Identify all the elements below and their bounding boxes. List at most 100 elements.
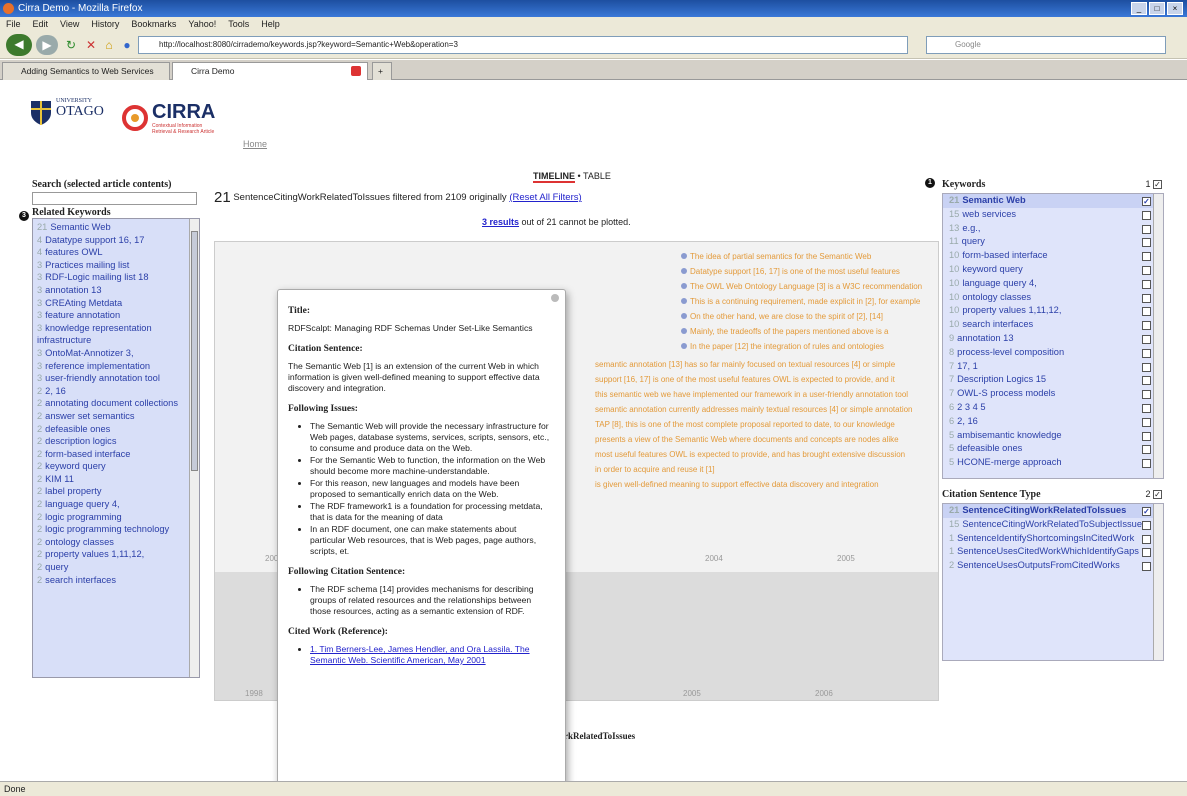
keyword-checkbox[interactable] xyxy=(1142,307,1151,317)
keyword-checkbox[interactable] xyxy=(1142,224,1151,234)
tab-cirra-demo[interactable]: Cirra Demo xyxy=(172,62,368,80)
menu-edit[interactable]: Edit xyxy=(33,17,49,32)
timeline-event[interactable]: Datatype support [16, 17] is one of the … xyxy=(681,267,900,276)
maximize-button[interactable]: □ xyxy=(1149,2,1165,15)
timeline-event[interactable]: this semantic web we have implemented ou… xyxy=(595,390,908,399)
close-popup-icon[interactable] xyxy=(551,294,559,302)
related-keyword-item[interactable]: 2 form-based interface xyxy=(37,448,187,461)
citation-type-item[interactable]: 1 SentenceUsesCitedWorkWhichIdentifyGaps xyxy=(943,545,1163,559)
cst-facet-checkbox[interactable]: ✓ xyxy=(1153,490,1162,499)
keyword-item[interactable]: 7 OWL-S process models xyxy=(943,387,1163,401)
keyword-checkbox[interactable] xyxy=(1142,431,1151,441)
related-keyword-item[interactable]: 21 Semantic Web xyxy=(37,221,187,234)
home-link[interactable]: Home xyxy=(243,139,267,149)
timeline-event[interactable]: presents a view of the Semantic Web wher… xyxy=(595,435,899,444)
related-keyword-item[interactable]: 3 CREAting Metdata xyxy=(37,297,187,310)
related-keyword-item[interactable]: 2 KIM 11 xyxy=(37,473,187,486)
menu-file[interactable]: File xyxy=(6,17,21,32)
keyword-item[interactable]: 13 e.g., xyxy=(943,222,1163,236)
keyword-checkbox[interactable] xyxy=(1142,334,1151,344)
menu-bookmarks[interactable]: Bookmarks xyxy=(131,17,176,32)
scroll-thumb[interactable] xyxy=(191,231,198,471)
timeline-event[interactable]: The OWL Web Ontology Language [3] is a W… xyxy=(681,282,922,291)
citation-type-checkbox[interactable] xyxy=(1142,520,1151,530)
related-keyword-item[interactable]: 3 reference implementation xyxy=(37,360,187,373)
keyword-item[interactable]: 62 3 4 5 xyxy=(943,401,1163,415)
yahoo-icon[interactable]: ● xyxy=(116,35,138,55)
keyword-checkbox[interactable] xyxy=(1142,265,1151,275)
close-tab-icon[interactable] xyxy=(351,66,361,76)
citation-type-checkbox[interactable] xyxy=(1142,534,1151,544)
timeline-event[interactable]: In the paper [12] the integration of rul… xyxy=(681,342,884,351)
keyword-checkbox[interactable] xyxy=(1142,293,1151,303)
keyword-checkbox[interactable] xyxy=(1142,390,1151,400)
related-keyword-item[interactable]: 2 label property xyxy=(37,485,187,498)
search-input[interactable] xyxy=(32,192,197,205)
menu-help[interactable]: Help xyxy=(261,17,280,32)
keyword-scrollbar[interactable] xyxy=(1153,194,1163,478)
close-window-button[interactable]: × xyxy=(1167,2,1183,15)
keyword-checkbox[interactable] xyxy=(1142,348,1151,358)
related-keyword-item[interactable]: 2 logic programming xyxy=(37,511,187,524)
keyword-item[interactable]: 5 defeasible ones xyxy=(943,442,1163,456)
back-button[interactable]: ◀ xyxy=(6,34,32,56)
not-plotted-link[interactable]: 3 results xyxy=(482,217,519,227)
forward-button[interactable]: ▶ xyxy=(36,35,58,55)
related-keyword-item[interactable]: 2 2, 16 xyxy=(37,385,187,398)
keyword-item[interactable]: 8 process-level composition xyxy=(943,346,1163,360)
related-keyword-item[interactable]: 2 description logics xyxy=(37,435,187,448)
related-scrollbar[interactable] xyxy=(189,219,199,677)
keyword-checkbox[interactable] xyxy=(1142,321,1151,331)
timeline-event[interactable]: On the other hand, we are close to the s… xyxy=(681,312,883,321)
keyword-checkbox[interactable] xyxy=(1142,403,1151,413)
citation-type-checkbox[interactable] xyxy=(1142,548,1151,558)
keyword-item[interactable]: 5 ambisemantic knowledge xyxy=(943,429,1163,443)
keyword-item[interactable]: 6 2, 16 xyxy=(943,415,1163,429)
reset-filters-link[interactable]: (Reset All Filters) xyxy=(509,192,581,203)
citation-type-checkbox[interactable] xyxy=(1142,562,1151,572)
related-keyword-item[interactable]: 4 Datatype support 16, 17 xyxy=(37,234,187,247)
address-bar[interactable]: http://localhost:8080/cirrademo/keywords… xyxy=(138,36,908,54)
keyword-checkbox[interactable] xyxy=(1142,238,1151,248)
keyword-checkbox[interactable] xyxy=(1142,210,1151,220)
citation-type-item[interactable]: 15 SentenceCitingWorkRelatedToSubjectIssu… xyxy=(943,518,1163,532)
related-keyword-item[interactable]: 2 logic programming technology xyxy=(37,523,187,536)
tab-adding-semantics[interactable]: Adding Semantics to Web Services Sta... xyxy=(2,62,170,92)
keyword-item[interactable]: 10 ontology classes xyxy=(943,291,1163,305)
table-tab[interactable]: TABLE xyxy=(583,171,611,181)
related-keyword-item[interactable]: 3 RDF-Logic mailing list 18 xyxy=(37,271,187,284)
timeline-event[interactable]: in order to acquire and reuse it [1] xyxy=(595,465,715,474)
keyword-item[interactable]: 10 search interfaces xyxy=(943,318,1163,332)
related-keyword-item[interactable]: 2 property values 1,11,12, xyxy=(37,548,187,561)
related-keyword-item[interactable]: 3 knowledge representation infrastructure xyxy=(37,322,187,347)
related-keyword-item[interactable]: 2 annotating document collections xyxy=(37,397,187,410)
related-keyword-item[interactable]: 2 keyword query xyxy=(37,460,187,473)
keyword-checkbox[interactable] xyxy=(1142,459,1151,469)
related-keyword-item[interactable]: 4 features OWL xyxy=(37,246,187,259)
keyword-checkbox[interactable] xyxy=(1142,417,1151,427)
related-keyword-item[interactable]: 2 query xyxy=(37,561,187,574)
keyword-item[interactable]: 21 Semantic Web ✓ xyxy=(943,194,1163,208)
new-tab-button[interactable]: + xyxy=(372,62,392,80)
timeline-event[interactable]: This is a continuing requirement, made e… xyxy=(681,297,920,306)
timeline-event[interactable]: support [16, 17] is one of the most usef… xyxy=(595,375,895,384)
citation-type-item[interactable]: 21 SentenceCitingWorkRelatedToIssues ✓ xyxy=(943,504,1163,518)
citation-type-item[interactable]: 1 SentenceIdentifyShortcomingsInCitedWork xyxy=(943,532,1163,546)
keyword-item[interactable]: 15 web services xyxy=(943,208,1163,222)
keyword-item[interactable]: 10 property values 1,11,12, xyxy=(943,304,1163,318)
keyword-item[interactable]: 7 17, 1 xyxy=(943,360,1163,374)
related-keyword-item[interactable]: 3 annotation 13 xyxy=(37,284,187,297)
related-keyword-item[interactable]: 2 answer set semantics xyxy=(37,410,187,423)
keyword-item[interactable]: 10 keyword query xyxy=(943,263,1163,277)
timeline-event[interactable]: The idea of partial semantics for the Se… xyxy=(681,252,871,261)
related-keyword-item[interactable]: 3 OntoMat-Annotizer 3, xyxy=(37,347,187,360)
keyword-item[interactable]: 9 annotation 13 xyxy=(943,332,1163,346)
timeline-event[interactable]: is given well-defined meaning to support… xyxy=(595,480,879,489)
keyword-item[interactable]: 7 Description Logics 15 xyxy=(943,373,1163,387)
menu-history[interactable]: History xyxy=(91,17,119,32)
menu-yahoo[interactable]: Yahoo! xyxy=(188,17,216,32)
minimize-button[interactable]: _ xyxy=(1131,2,1147,15)
cited-work-link[interactable]: 1. Tim Berners-Lee, James Hendler, and O… xyxy=(310,644,530,665)
menu-view[interactable]: View xyxy=(60,17,79,32)
keyword-checkbox[interactable] xyxy=(1142,376,1151,386)
